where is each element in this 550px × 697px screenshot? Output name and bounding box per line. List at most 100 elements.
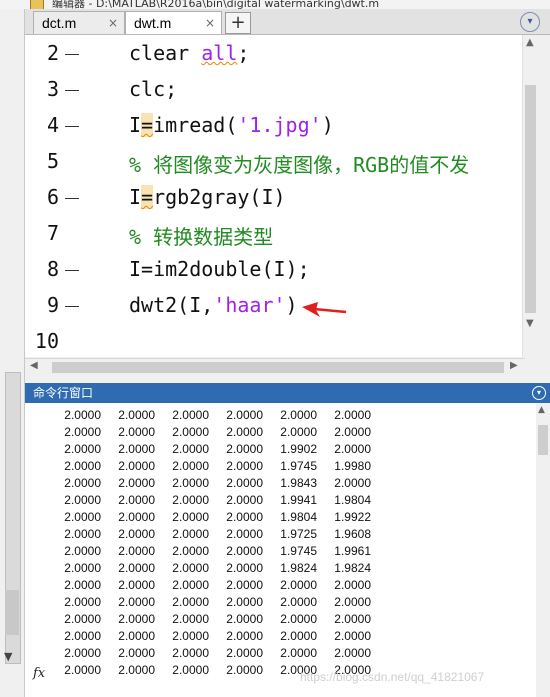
output-value: 2.0000 [118,459,155,473]
scroll-up-arrow-icon[interactable]: ▲ [526,37,534,48]
breakpoint-dash[interactable] [65,306,79,307]
line-number: 9 [46,293,59,317]
output-value: 1.9824 [280,561,317,575]
output-value: 2.0000 [334,476,371,490]
output-value: 2.0000 [64,408,101,422]
code-line[interactable]: I=imread('1.jpg') [129,113,334,137]
new-tab-button[interactable]: + [225,12,251,34]
code-line[interactable]: clear all; [129,41,249,65]
breakpoint-dash[interactable] [65,198,79,199]
output-value: 2.0000 [280,612,317,626]
code-token: ) [321,113,334,137]
command-window-output[interactable]: 2.0000 2.0000 2.0000 2.0000 2.0000 2.0000 2.00… [25,403,536,697]
output-value: 2.0000 [118,425,155,439]
window-title: 编辑器 - D:\MATLAB\R2016a\bin\digital water… [52,0,380,9]
output-value: 2.0000 [118,476,155,490]
command-window-scroll-thumb[interactable] [538,425,548,455]
output-value: 2.0000 [118,561,155,575]
editor-tab-bar: dct.m × dwt.m × + ▾ [25,9,550,35]
tab-dct[interactable]: dct.m × [33,11,125,34]
code-line[interactable]: I=im2double(I); [129,257,310,281]
output-value: 2.0000 [226,493,263,507]
code-token: imread( [153,113,238,137]
output-value: 1.9804 [334,493,371,507]
close-tab-icon[interactable]: × [108,12,118,34]
scroll-down-arrow-icon[interactable]: ▼ [526,318,534,329]
line-number: 8 [46,257,59,281]
code-line[interactable]: clc; [129,77,177,101]
output-value: 2.0000 [334,425,371,439]
tab-dwt[interactable]: dwt.m × [125,11,222,34]
output-value: 2.0000 [172,595,209,609]
output-value: 2.0000 [64,612,101,626]
output-value: 2.0000 [172,629,209,643]
output-value: 1.9725 [280,527,317,541]
output-value: 2.0000 [118,663,155,677]
code-editor[interactable]: 2 3 4 5 6 7 8 9 10 clear all; clc; I=imr… [25,35,525,357]
output-value: 2.0000 [280,578,317,592]
scroll-down-arrow-icon[interactable]: ▼ [4,650,12,663]
code-token: I [129,113,142,137]
output-value: 2.0000 [64,663,101,677]
code-string: '1.jpg' [237,113,322,137]
line-number: 10 [34,329,59,353]
tab-label: dct.m [42,15,77,31]
code-token: dwt2(I, [129,293,214,317]
line-number: 5 [46,149,59,173]
code-line[interactable]: I=rgb2gray(I) [129,185,286,209]
tab-menu-icon[interactable]: ▾ [520,12,540,32]
output-value: 2.0000 [64,578,101,592]
output-value: 2.0000 [172,646,209,660]
scroll-right-arrow-icon[interactable]: ▶ [510,360,518,371]
output-value: 2.0000 [64,646,101,660]
panel-options-icon[interactable]: ▾ [532,386,546,400]
scroll-left-arrow-icon[interactable]: ◀ [30,360,38,371]
output-value: 2.0000 [280,425,317,439]
editor-horizontal-scroll-thumb[interactable] [52,362,504,373]
code-comment[interactable]: % 转换数据类型 [129,221,273,250]
output-value: 2.0000 [280,646,317,660]
editor-app-icon [30,0,44,9]
editor-vertical-scroll-thumb[interactable] [525,85,536,313]
output-value: 2.0000 [226,527,263,541]
output-value: 1.9980 [334,459,371,473]
output-value: 2.0000 [172,561,209,575]
output-value: 2.0000 [64,493,101,507]
breakpoint-dash[interactable] [65,90,79,91]
output-value: 2.0000 [64,425,101,439]
output-value: 2.0000 [64,476,101,490]
output-value: 2.0000 [118,442,155,456]
output-value: 2.0000 [226,544,263,558]
output-value: 2.0000 [226,646,263,660]
command-window-title: 命令行窗口 [33,386,94,400]
output-value: 2.0000 [172,612,209,626]
output-value: 2.0000 [118,646,155,660]
output-value: 2.0000 [64,442,101,456]
output-value: 2.0000 [172,510,209,524]
output-value: 2.0000 [226,612,263,626]
left-panel-scroll-thumb[interactable] [5,590,19,635]
output-value: 2.0000 [226,663,263,677]
output-value: 2.0000 [172,425,209,439]
breakpoint-dash[interactable] [65,54,79,55]
code-comment[interactable]: % 将图像变为灰度图像，RGB的值不发 [129,149,469,178]
output-value: 2.0000 [226,442,263,456]
output-value: 1.9922 [334,510,371,524]
output-value: 2.0000 [172,493,209,507]
output-value: 2.0000 [118,527,155,541]
fx-prompt-icon[interactable]: fx [33,666,45,681]
close-tab-icon[interactable]: × [205,12,215,34]
code-line[interactable]: dwt2(I,'haar') [129,293,298,317]
output-value: 2.0000 [226,595,263,609]
scroll-up-arrow-icon[interactable]: ▲ [538,405,545,415]
code-token: clear [129,41,202,65]
output-value: 2.0000 [226,578,263,592]
breakpoint-dash[interactable] [65,270,79,271]
code-warning-token: = [141,185,154,209]
output-value: 1.9941 [280,493,317,507]
output-value: 1.9804 [280,510,317,524]
output-value: 2.0000 [172,544,209,558]
breakpoint-dash[interactable] [65,126,79,127]
output-value: 1.9745 [280,459,317,473]
output-value: 2.0000 [118,493,155,507]
